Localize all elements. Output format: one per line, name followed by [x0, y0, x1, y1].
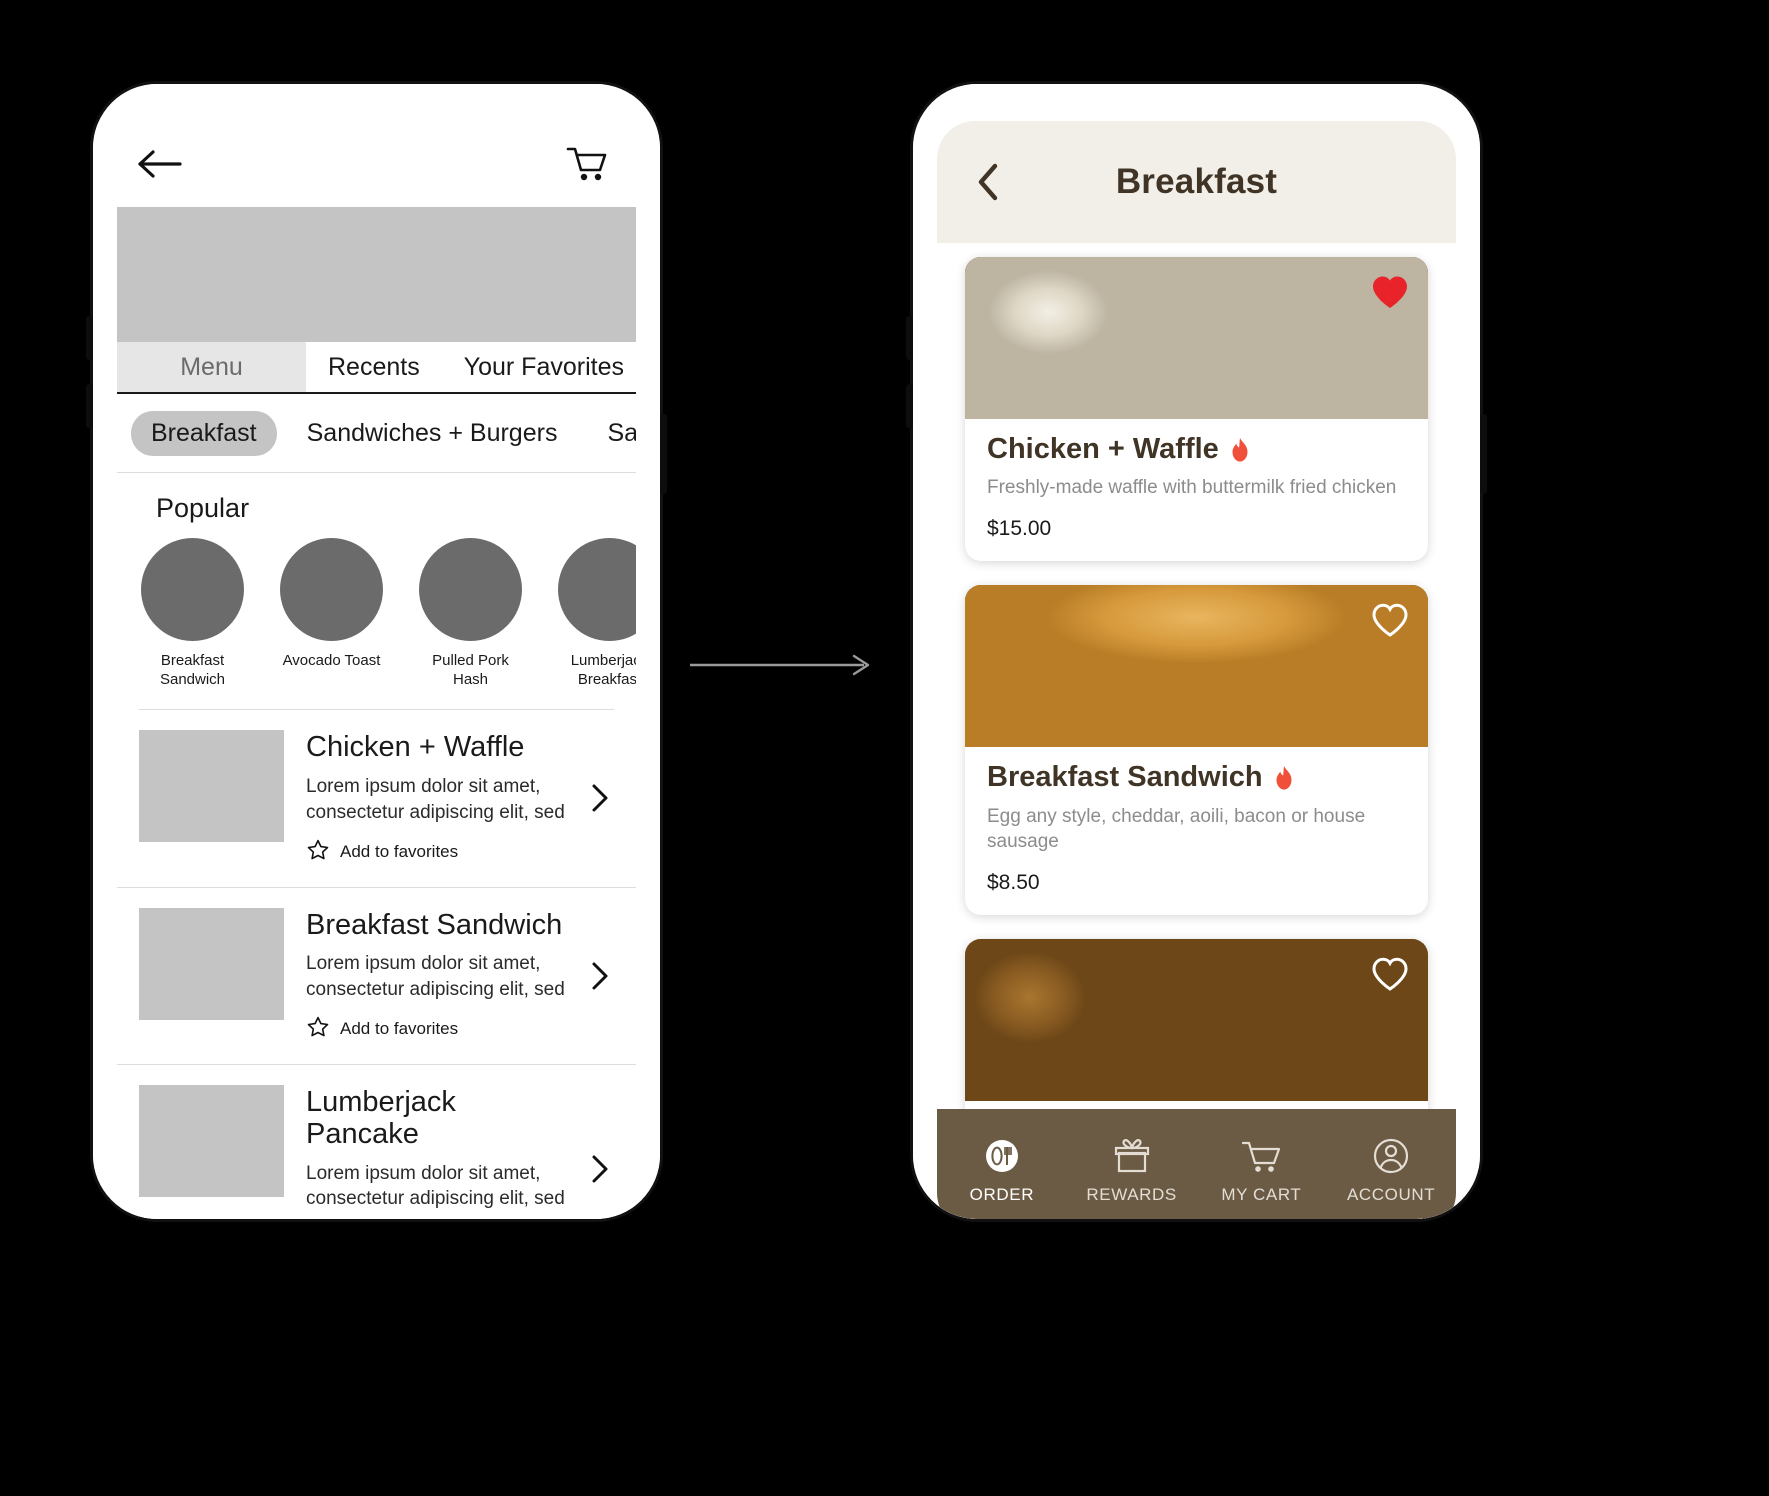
popular-item[interactable]: Pulled Pork Hash [419, 538, 522, 689]
add-to-favorites-button[interactable]: Add to favorites [306, 838, 568, 867]
chicken-and-waffle-photo [965, 257, 1428, 419]
chevron-right-icon[interactable] [590, 1154, 610, 1184]
category-chip-salads-partial[interactable]: Sa [587, 411, 636, 456]
tab-order-label: ORDER [969, 1185, 1035, 1204]
menu-card-title: Chicken + Waffle [987, 433, 1219, 465]
popular-item-image-placeholder [141, 538, 244, 641]
wireframe-phone-mockup: Menu Recents Your Favorites Breakfast Sa… [86, 84, 667, 1219]
volume-up-button[interactable] [86, 316, 93, 360]
menu-list-row[interactable]: Lumberjack Pancake Lorem ipsum dolor sit… [117, 1065, 636, 1219]
menu-card[interactable]: Breakfast Sandwich Egg any style, chedda… [965, 585, 1428, 915]
menu-card-price: $15.00 [987, 517, 1052, 541]
category-chip-row[interactable]: Breakfast Sandwiches + Burgers Sa [117, 394, 636, 473]
shopping-cart-icon[interactable] [566, 145, 608, 183]
popular-section-title: Popular [156, 493, 250, 523]
tab-account-label: ACCOUNT [1346, 1185, 1436, 1204]
category-chip-breakfast[interactable]: Breakfast [131, 410, 277, 456]
menu-list-row[interactable]: Chicken + Waffle Lorem ipsum dolor sit a… [117, 710, 636, 888]
add-to-favorites-label: Add to favorites [340, 1019, 459, 1039]
menu-card-description: Egg any style, cheddar, aoili, bacon or … [987, 805, 1366, 852]
bottom-tab-bar: ORDER REWARDS MY CART ACCOUNT [937, 1109, 1456, 1219]
app-header: Breakfast [937, 121, 1456, 243]
star-outline-icon [306, 838, 330, 867]
power-button[interactable] [660, 414, 667, 494]
menu-item-title: Chicken + Waffle [306, 731, 525, 764]
tab-rewards-label: REWARDS [1086, 1185, 1177, 1204]
tab-my-cart-label: MY CART [1221, 1185, 1302, 1204]
wireframe-topbar [117, 121, 636, 207]
wireframe-tab-bar: Menu Recents Your Favorites [117, 342, 636, 394]
menu-list-row[interactable]: Breakfast Sandwich Lorem ipsum dolor sit… [117, 888, 636, 1065]
category-chip-breakfast-label: Breakfast [151, 418, 257, 447]
account-person-icon [1368, 1135, 1414, 1177]
menu-card-title: Breakfast Sandwich [987, 761, 1263, 794]
volume-down-button[interactable] [906, 384, 913, 428]
order-utensils-icon [979, 1135, 1025, 1177]
breakfast-sandwich-photo [965, 585, 1428, 748]
menu-card-price: $8.50 [987, 870, 1040, 894]
favorite-heart-icon-outline[interactable] [1370, 955, 1410, 993]
category-chip-sandwiches-burgers-label: Sandwiches + Burgers [306, 418, 558, 447]
power-button[interactable] [1480, 414, 1487, 494]
lumberjack-pancake-photo [965, 938, 1428, 1101]
menu-item-title: Breakfast Sandwich [306, 908, 563, 941]
popular-item[interactable]: Lumberjack Breakfast [558, 538, 636, 689]
tab-account[interactable]: ACCOUNT [1326, 1135, 1456, 1205]
menu-card-description: Freshly-made waffle with buttermilk frie… [987, 477, 1397, 499]
comparison-stage: Menu Recents Your Favorites Breakfast Sa… [0, 0, 1769, 1496]
popular-item[interactable]: Avocado Toast [280, 538, 383, 689]
tab-menu[interactable]: Menu [117, 342, 306, 392]
tab-menu-label: Menu [180, 352, 243, 381]
tab-recents[interactable]: Recents [306, 342, 442, 392]
menu-item-description: Lorem ipsum dolor sit amet, consectetur … [306, 776, 565, 823]
popular-item-image-placeholder [280, 538, 383, 641]
popular-item-label: Avocado Toast [282, 652, 381, 669]
menu-item-description: Lorem ipsum dolor sit amet, consectetur … [306, 953, 565, 1001]
favorite-heart-icon-outline[interactable] [1370, 601, 1410, 639]
flame-spicy-icon [1273, 765, 1295, 791]
tab-my-cart[interactable]: MY CART [1197, 1135, 1327, 1205]
volume-down-button[interactable] [86, 384, 93, 428]
gift-icon [1109, 1135, 1155, 1177]
wireframe-screen: Menu Recents Your Favorites Breakfast Sa… [117, 121, 636, 1219]
menu-item-thumbnail-placeholder [139, 1084, 284, 1197]
final-design-phone-mockup: Breakfast Chicken + Waffle Freshly-made … [906, 84, 1487, 1219]
hero-image-placeholder [117, 207, 636, 342]
menu-card-title-row: Breakfast Sandwich [987, 761, 1406, 794]
favorite-heart-icon-filled[interactable] [1370, 273, 1410, 311]
volume-up-button[interactable] [906, 316, 913, 360]
transformation-arrow [688, 650, 878, 680]
menu-item-title: Lumberjack Pancake [306, 1085, 456, 1150]
category-chip-sandwiches-burgers[interactable]: Sandwiches + Burgers [287, 411, 578, 456]
menu-item-thumbnail-placeholder [139, 730, 284, 843]
add-to-favorites-label: Add to favorites [340, 842, 459, 862]
tab-your-favorites-label: Your Favorites [463, 352, 624, 381]
flame-spicy-icon [1229, 437, 1251, 463]
menu-card-list[interactable]: Chicken + Waffle Freshly-made waffle wit… [937, 243, 1456, 1219]
tab-order[interactable]: ORDER [937, 1135, 1067, 1205]
chevron-right-icon[interactable] [590, 961, 610, 991]
popular-carousel[interactable]: Breakfast Sandwich Avocado Toast Pulled … [117, 538, 636, 695]
chevron-right-icon[interactable] [590, 783, 610, 813]
popular-item-label: Pulled Pork Hash [432, 652, 509, 689]
app-screen: Breakfast Chicken + Waffle Freshly-made … [937, 121, 1456, 1219]
popular-item-image-placeholder [558, 538, 636, 641]
popular-item-image-placeholder [419, 538, 522, 641]
tab-your-favorites[interactable]: Your Favorites [442, 342, 636, 392]
star-outline-icon [306, 1015, 330, 1044]
category-chip-salads-partial-label: Sa [607, 418, 636, 447]
page-title: Breakfast [1115, 162, 1278, 201]
menu-card-title-row: Chicken + Waffle [987, 433, 1406, 466]
tab-rewards[interactable]: REWARDS [1067, 1135, 1197, 1205]
popular-item-label: Breakfast Sandwich [159, 652, 226, 689]
menu-item-description: Lorem ipsum dolor sit amet, consectetur … [306, 1162, 565, 1210]
menu-card[interactable]: Chicken + Waffle Freshly-made waffle wit… [965, 257, 1428, 562]
tab-recents-label: Recents [328, 352, 420, 381]
popular-item-label: Lumberjack Breakfast [570, 652, 636, 689]
shopping-cart-icon [1238, 1135, 1284, 1177]
popular-item[interactable]: Breakfast Sandwich [141, 538, 244, 689]
back-arrow-icon[interactable] [137, 147, 183, 181]
menu-item-thumbnail-placeholder [139, 907, 284, 1020]
add-to-favorites-button[interactable]: Add to favorites [306, 1015, 568, 1044]
